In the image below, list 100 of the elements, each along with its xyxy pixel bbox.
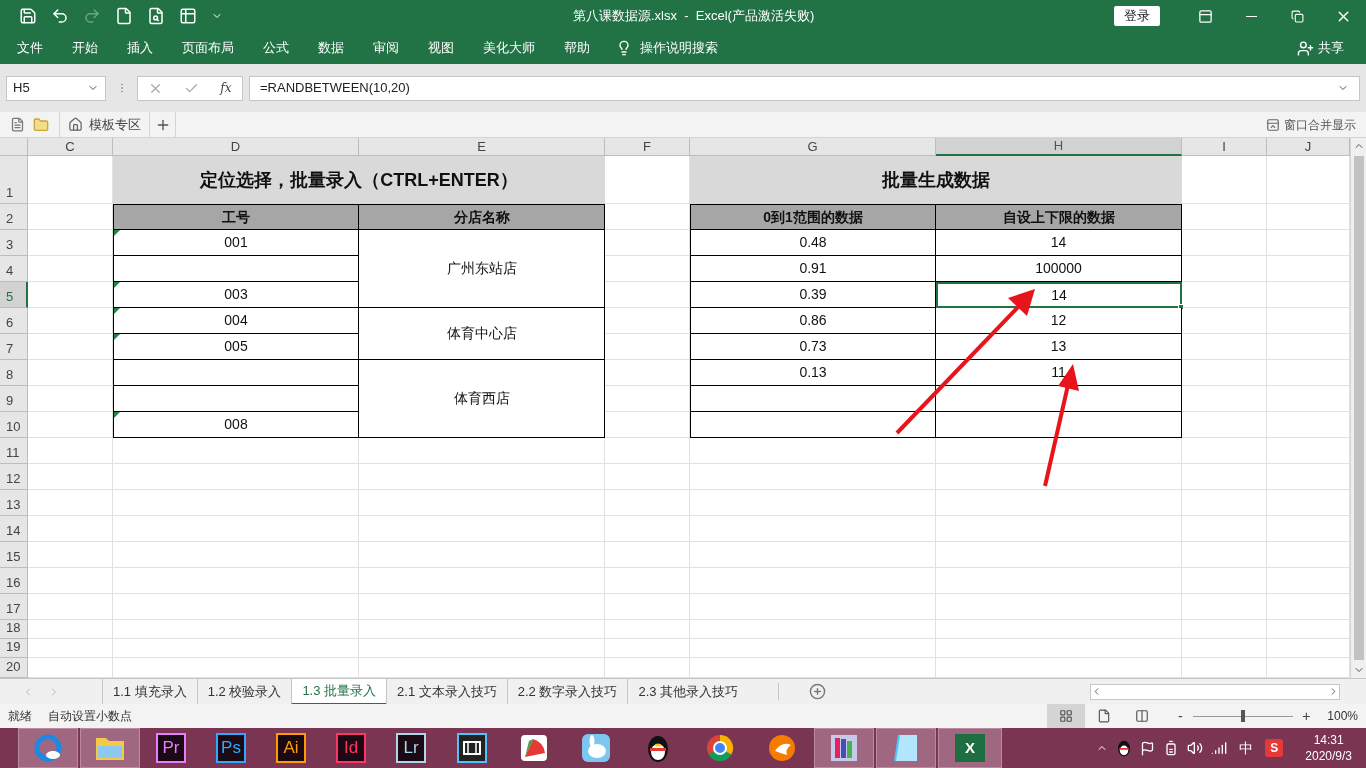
grid-cell[interactable] (605, 568, 690, 594)
grid-cell[interactable] (605, 594, 690, 620)
grid-cell[interactable] (605, 464, 690, 490)
menu-tab[interactable]: 美化大师 (472, 34, 546, 62)
grid-cell[interactable] (936, 542, 1182, 568)
row-header[interactable]: 14 (0, 516, 28, 542)
menu-tab[interactable]: 帮助 (553, 34, 601, 62)
grid-cell[interactable] (1182, 594, 1267, 620)
volume-icon[interactable] (1187, 740, 1204, 756)
column-header[interactable]: H (936, 138, 1182, 156)
grid-cell[interactable] (1182, 542, 1267, 568)
grid-cell[interactable] (690, 542, 936, 568)
sogou-button[interactable]: S (1265, 739, 1284, 757)
row-header[interactable]: 8 (0, 360, 28, 386)
vertical-scrollbar[interactable] (1350, 138, 1366, 678)
grid-cell[interactable] (359, 490, 605, 516)
grid-cell[interactable] (28, 639, 113, 658)
grid-cell[interactable] (936, 568, 1182, 594)
grid-cell[interactable] (28, 438, 113, 464)
grid-cell[interactable] (605, 516, 690, 542)
grid-cell[interactable] (359, 620, 605, 639)
row-header[interactable]: 6 (0, 308, 28, 334)
new-document-icon[interactable] (10, 117, 25, 132)
grid-cell[interactable] (113, 594, 359, 620)
sheet-tab[interactable]: 1.3 批量录入 (291, 678, 387, 705)
grid-cell[interactable] (690, 490, 936, 516)
menu-tab[interactable]: 视图 (417, 34, 465, 62)
grid-cell[interactable] (28, 594, 113, 620)
grid-cell[interactable] (359, 568, 605, 594)
spreadsheet-app-button[interactable]: X (955, 734, 985, 762)
grid-cell[interactable] (690, 516, 936, 542)
template-tab[interactable]: 模板专区 (59, 111, 150, 138)
menu-tab[interactable]: 页面布局 (171, 34, 245, 62)
row-header[interactable]: 19 (0, 639, 28, 658)
grid-cell[interactable] (359, 639, 605, 658)
grid-cell[interactable] (28, 516, 113, 542)
row-header[interactable]: 12 (0, 464, 28, 490)
login-button[interactable]: 登录 (1114, 6, 1160, 26)
merge-display-button[interactable]: 窗口合并显示 (1266, 115, 1356, 134)
app-launcher-button[interactable]: Id (336, 733, 366, 763)
app-launcher-button[interactable]: Ps (216, 733, 246, 763)
zoom-slider-thumb[interactable] (1241, 709, 1246, 722)
grid-cell[interactable] (113, 490, 359, 516)
row-header[interactable]: 5 (0, 282, 28, 308)
input-method-button[interactable]: 中 (1235, 737, 1258, 759)
grid-cell[interactable] (936, 620, 1182, 639)
penguin-icon[interactable] (1116, 739, 1133, 757)
menu-tab[interactable]: 数据 (307, 34, 355, 62)
menu-tab[interactable]: 公式 (252, 34, 300, 62)
grid-cell[interactable] (690, 464, 936, 490)
grid-cell[interactable] (605, 438, 690, 464)
grid-cell[interactable] (936, 639, 1182, 658)
app-launcher-button[interactable]: Ai (276, 733, 306, 763)
search-menu-button[interactable]: 操作说明搜索 (616, 34, 718, 62)
flag-icon[interactable] (1140, 740, 1156, 756)
grid-cell[interactable] (359, 542, 605, 568)
grid-cell[interactable] (605, 490, 690, 516)
row-header[interactable]: 3 (0, 230, 28, 256)
grid-cell[interactable] (936, 594, 1182, 620)
grid-cell[interactable] (690, 620, 936, 639)
grid-cell[interactable] (605, 620, 690, 639)
grid-cell[interactable] (605, 639, 690, 658)
grid-cell[interactable] (936, 464, 1182, 490)
zoom-out-button[interactable]: - (1173, 705, 1188, 727)
horizontal-scrollbar[interactable] (1090, 683, 1340, 700)
grid-cell[interactable] (690, 639, 936, 658)
grid-cell[interactable] (113, 639, 359, 658)
grid-cell[interactable] (936, 490, 1182, 516)
grid-cell[interactable] (1182, 464, 1267, 490)
grid-cell[interactable] (28, 568, 113, 594)
row-header[interactable]: 13 (0, 490, 28, 516)
row-header[interactable]: 16 (0, 568, 28, 594)
grid-cell[interactable] (28, 490, 113, 516)
row-header[interactable]: 17 (0, 594, 28, 620)
select-all-corner[interactable] (0, 138, 28, 156)
row-header[interactable]: 2 (0, 204, 28, 230)
menu-tab[interactable]: 审阅 (362, 34, 410, 62)
grid-cell[interactable] (936, 516, 1182, 542)
row-header[interactable]: 10 (0, 412, 28, 438)
menu-tab[interactable]: 开始 (61, 34, 109, 62)
grid-cell[interactable] (1182, 438, 1267, 464)
column-header[interactable]: J (1267, 138, 1350, 156)
row-header[interactable]: 20 (0, 658, 28, 678)
zoom-in-button[interactable]: + (1299, 705, 1314, 727)
signal-icon[interactable] (1211, 740, 1228, 756)
grid-cell[interactable] (1182, 639, 1267, 658)
grid-cell[interactable] (1182, 516, 1267, 542)
scrollbar-thumb[interactable] (1353, 156, 1364, 660)
grid-cell[interactable] (1182, 490, 1267, 516)
column-header[interactable]: G (690, 138, 936, 156)
row-header[interactable]: 9 (0, 386, 28, 412)
menu-tab[interactable]: 插入 (116, 34, 164, 62)
app-launcher-button[interactable]: Lr (396, 733, 426, 763)
row-header[interactable]: 1 (0, 156, 28, 204)
row-header[interactable]: 18 (0, 620, 28, 639)
view-button[interactable] (1047, 704, 1086, 728)
app-launcher-button[interactable]: Pr (156, 733, 186, 763)
grid-cell[interactable] (28, 620, 113, 639)
grid-cell[interactable] (113, 620, 359, 639)
grid-cell[interactable] (113, 542, 359, 568)
